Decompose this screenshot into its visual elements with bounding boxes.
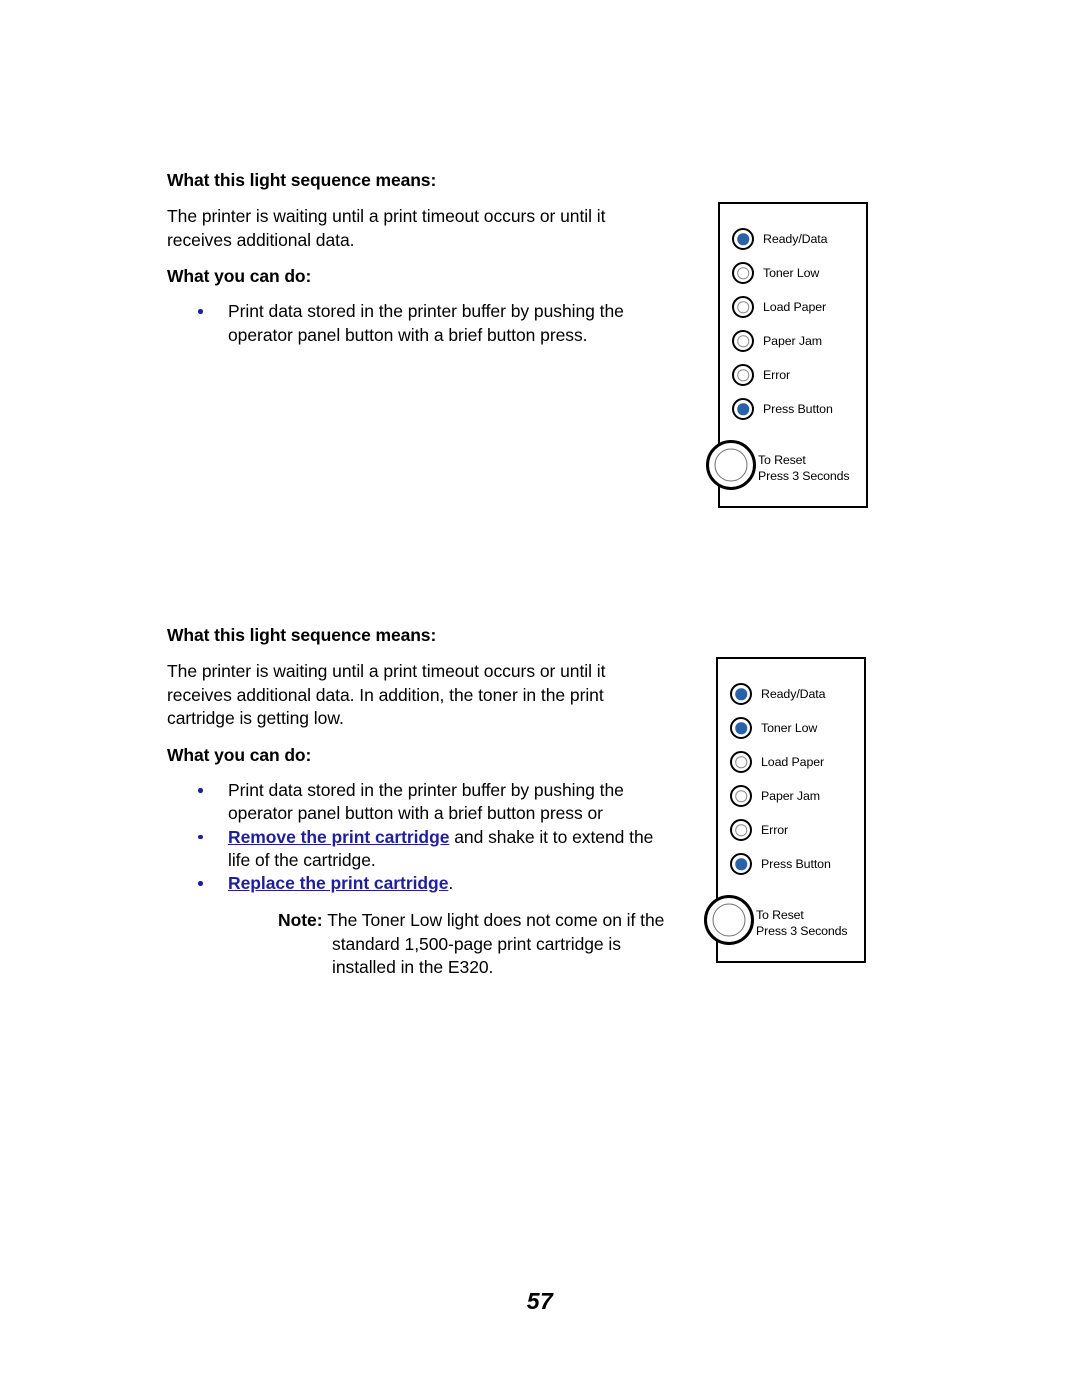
bullet-dot-icon	[198, 834, 203, 840]
action-list: Print data stored in the printer buffer …	[167, 779, 667, 895]
means-heading: What this light sequence means:	[167, 625, 437, 645]
reset-line-1: To Reset	[758, 453, 806, 467]
light-sequence-section-1: What this light sequence means: The prin…	[167, 170, 667, 347]
led-row-error: Error	[730, 813, 866, 847]
led-row-load-paper: Load Paper	[732, 290, 868, 324]
led-indicator-icon	[730, 785, 752, 807]
light-sequence-section-2: What this light sequence means: The prin…	[167, 625, 667, 979]
list-item: Print data stored in the printer buffer …	[167, 779, 667, 826]
led-row-paper-jam: Paper Jam	[730, 779, 866, 813]
reset-button-group: To Reset Press 3 Seconds	[704, 895, 868, 949]
led-indicator-icon	[732, 398, 754, 420]
reset-instruction: To Reset Press 3 Seconds	[756, 907, 848, 940]
led-indicator-icon	[730, 819, 752, 841]
led-indicator-icon	[732, 228, 754, 250]
led-label: Press Button	[761, 857, 831, 871]
led-row-ready-data: Ready/Data	[732, 222, 868, 256]
list-item-text: Print data stored in the printer buffer …	[228, 301, 624, 345]
note-text: The Toner Low light does not come on if …	[327, 910, 665, 977]
operator-panel-diagram-1: Ready/Data Toner Low Load Paper Paper Ja…	[706, 202, 868, 508]
means-paragraph: The printer is waiting until a print tim…	[167, 205, 606, 250]
led-indicator-icon	[732, 364, 754, 386]
list-item-text: .	[448, 873, 454, 894]
led-indicator-icon	[730, 751, 752, 773]
led-label: Paper Jam	[763, 334, 823, 348]
led-row-toner-low: Toner Low	[730, 711, 866, 745]
led-label: Toner Low	[761, 721, 818, 735]
led-indicator-icon	[732, 262, 754, 284]
led-row-paper-jam: Paper Jam	[732, 324, 868, 358]
led-label: Error	[761, 823, 789, 837]
led-label: Error	[763, 368, 791, 382]
bullet-dot-icon	[198, 309, 203, 314]
note-label: Note:	[278, 910, 323, 931]
led-label: Load Paper	[763, 300, 827, 314]
led-indicator-icon	[730, 853, 752, 875]
reset-line-2: Press 3 Seconds	[758, 469, 850, 484]
list-item: Print data stored in the printer buffer …	[167, 300, 667, 347]
led-list: Ready/Data Toner Low Load Paper Paper Ja…	[732, 222, 868, 426]
led-row-error: Error	[732, 358, 868, 392]
led-row-press-button: Press Button	[730, 847, 866, 881]
led-label: Load Paper	[761, 755, 825, 769]
action-list: Print data stored in the printer buffer …	[167, 300, 667, 347]
led-row-press-button: Press Button	[732, 392, 868, 426]
led-row-toner-low: Toner Low	[732, 256, 868, 290]
document-page: What this light sequence means: The prin…	[0, 0, 1080, 1397]
means-paragraph: The printer is waiting until a print tim…	[167, 660, 606, 729]
replace-print-cartridge-link[interactable]: Replace the print cartridge	[228, 873, 448, 893]
page-number: 57	[526, 1288, 554, 1314]
note-block: Note: The Toner Low light does not come …	[278, 909, 668, 979]
list-item-text: Print data stored in the printer buffer …	[228, 780, 624, 824]
led-indicator-icon	[732, 330, 754, 352]
led-indicator-icon	[730, 683, 752, 705]
list-item: Replace the print cartridge.	[167, 872, 667, 895]
list-item: Remove the print cartridge and shake it …	[167, 826, 667, 873]
reset-line-1: To Reset	[756, 908, 804, 922]
reset-button[interactable]	[704, 895, 754, 945]
led-list: Ready/Data Toner Low Load Paper Paper Ja…	[730, 677, 866, 881]
led-row-ready-data: Ready/Data	[730, 677, 866, 711]
led-row-load-paper: Load Paper	[730, 745, 866, 779]
led-label: Press Button	[763, 402, 833, 416]
reset-button-group: To Reset Press 3 Seconds	[706, 440, 870, 494]
means-heading: What this light sequence means:	[167, 170, 437, 190]
reset-instruction: To Reset Press 3 Seconds	[758, 452, 850, 485]
what-you-can-do-heading: What you can do:	[167, 745, 312, 766]
led-label: Ready/Data	[763, 232, 828, 246]
remove-print-cartridge-link[interactable]: Remove the print cartridge	[228, 827, 449, 847]
reset-button[interactable]	[706, 440, 756, 490]
bullet-dot-icon	[198, 881, 203, 886]
reset-line-2: Press 3 Seconds	[756, 924, 848, 939]
operator-panel-diagram-2: Ready/Data Toner Low Load Paper Paper Ja…	[704, 657, 866, 963]
what-you-can-do-heading: What you can do:	[167, 266, 312, 287]
led-indicator-icon	[730, 717, 752, 739]
bullet-dot-icon	[198, 788, 203, 793]
led-label: Toner Low	[763, 266, 820, 280]
note-content: Note: The Toner Low light does not come …	[278, 909, 668, 979]
led-label: Ready/Data	[761, 687, 826, 701]
led-label: Paper Jam	[761, 789, 821, 803]
led-indicator-icon	[732, 296, 754, 318]
